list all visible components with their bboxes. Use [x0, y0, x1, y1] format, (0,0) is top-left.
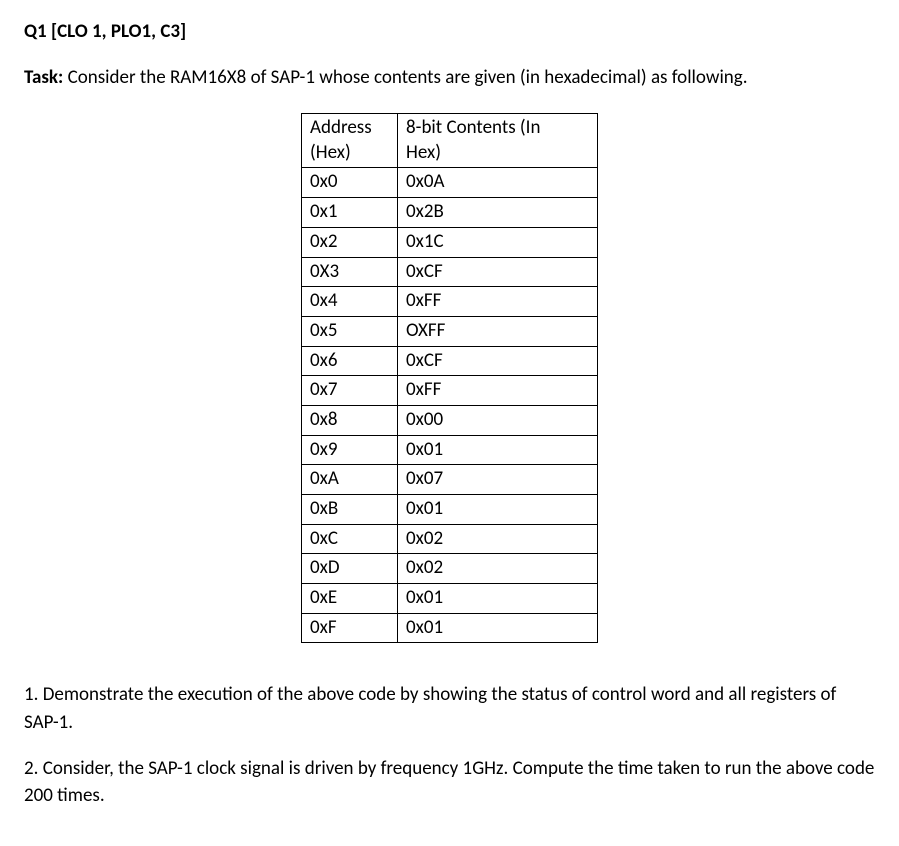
table-row: 0x10x2B — [302, 198, 598, 228]
cell-address: 0xA — [302, 465, 398, 495]
header-address-line1: Address — [310, 116, 372, 139]
cell-contents: 0x02 — [398, 524, 598, 554]
table-row: 0x5OXFF — [302, 316, 598, 346]
cell-contents: 0x00 — [398, 405, 598, 435]
table-row: 0xB0x01 — [302, 495, 598, 525]
cell-address: 0x5 — [302, 316, 398, 346]
table-row: 0x60xCF — [302, 346, 598, 376]
cell-contents: 0x1C — [398, 227, 598, 257]
cell-contents: 0x01 — [398, 495, 598, 525]
cell-contents: 0x0A — [398, 168, 598, 198]
cell-contents: 0xFF — [398, 287, 598, 317]
table-row: 0x80x00 — [302, 405, 598, 435]
table-row: 0x90x01 — [302, 435, 598, 465]
ram-table: Address (Hex) 8-bit Contents (In Hex) 0x… — [301, 113, 598, 643]
cell-contents: 0xCF — [398, 346, 598, 376]
table-row: 0xE0x01 — [302, 584, 598, 614]
header-address: Address (Hex) — [302, 114, 398, 168]
header-contents-line1: 8-bit Contents (In — [406, 116, 540, 139]
table-row: 0xA0x07 — [302, 465, 598, 495]
cell-address: 0xF — [302, 613, 398, 643]
table-row: 0X30xCF — [302, 257, 598, 287]
header-address-line2: (Hex) — [310, 141, 351, 164]
cell-contents: 0x01 — [398, 435, 598, 465]
cell-address: 0x6 — [302, 346, 398, 376]
cell-address: 0xE — [302, 584, 398, 614]
cell-address: 0x4 — [302, 287, 398, 317]
cell-address: 0x1 — [302, 198, 398, 228]
header-contents-line2: Hex) — [406, 141, 441, 164]
cell-address: 0xD — [302, 554, 398, 584]
cell-contents: 0x01 — [398, 613, 598, 643]
ram-table-wrapper: Address (Hex) 8-bit Contents (In Hex) 0x… — [24, 113, 875, 643]
cell-address: 0xC — [302, 524, 398, 554]
subquestion-2: 2. Consider, the SAP-1 clock signal is d… — [24, 755, 875, 810]
cell-contents: 0xFF — [398, 376, 598, 406]
table-row: 0x00x0A — [302, 168, 598, 198]
table-row: 0xF0x01 — [302, 613, 598, 643]
cell-address: 0x7 — [302, 376, 398, 406]
question-header: Q1 [CLO 1, PLO1, C3] — [24, 18, 875, 46]
task-label: Task: — [24, 66, 63, 89]
cell-address: 0x2 — [302, 227, 398, 257]
table-row: 0xD0x02 — [302, 554, 598, 584]
cell-address: 0xB — [302, 495, 398, 525]
cell-address: 0X3 — [302, 257, 398, 287]
cell-address: 0x9 — [302, 435, 398, 465]
cell-contents: 0x07 — [398, 465, 598, 495]
cell-contents: 0x02 — [398, 554, 598, 584]
table-row: 0x40xFF — [302, 287, 598, 317]
cell-address: 0x8 — [302, 405, 398, 435]
table-row: 0x20x1C — [302, 227, 598, 257]
task-line: Task: Consider the RAM16X8 of SAP-1 whos… — [24, 64, 875, 92]
cell-contents: 0x2B — [398, 198, 598, 228]
cell-address: 0x0 — [302, 168, 398, 198]
table-row: 0x70xFF — [302, 376, 598, 406]
table-row: 0xC0x02 — [302, 524, 598, 554]
cell-contents: 0xCF — [398, 257, 598, 287]
cell-contents: OXFF — [398, 316, 598, 346]
subquestion-1: 1. Demonstrate the execution of the abov… — [24, 681, 875, 736]
task-text: Consider the RAM16X8 of SAP-1 whose cont… — [63, 66, 747, 89]
table-header-row: Address (Hex) 8-bit Contents (In Hex) — [302, 114, 598, 168]
cell-contents: 0x01 — [398, 584, 598, 614]
header-contents: 8-bit Contents (In Hex) — [398, 114, 598, 168]
